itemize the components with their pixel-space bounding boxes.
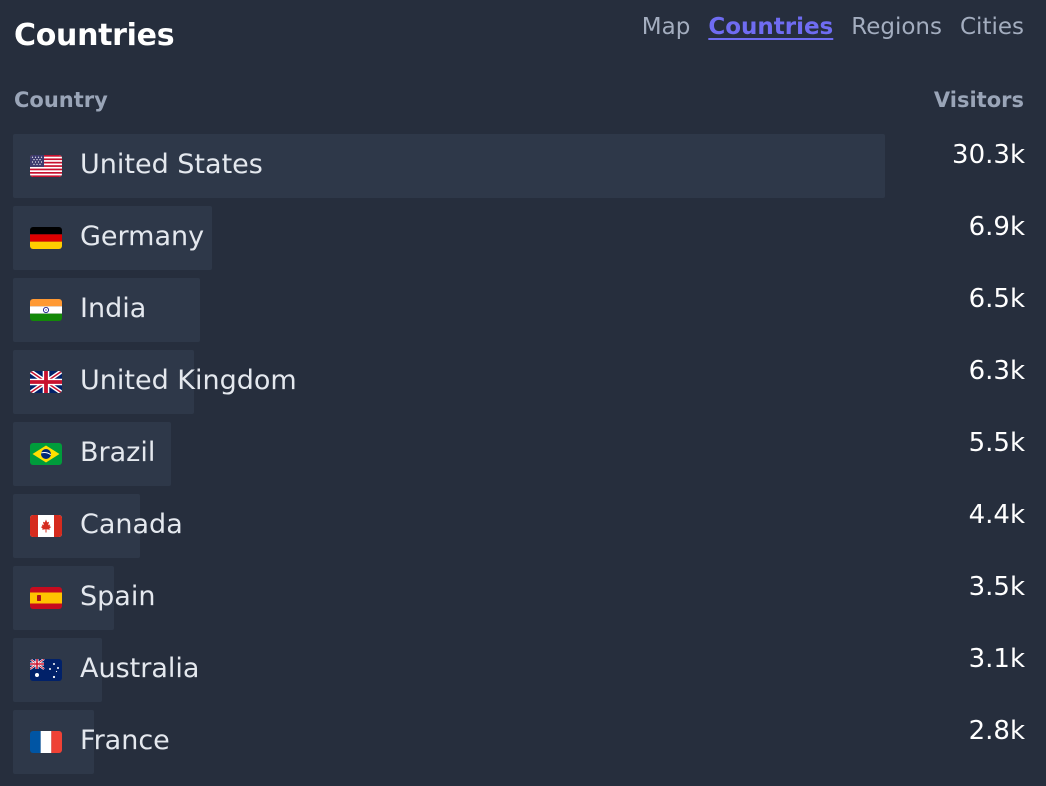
table-row[interactable]: India 6.5k (13, 278, 1025, 342)
country-name: Brazil (80, 437, 156, 468)
country-name: United States (80, 149, 263, 180)
table-row[interactable]: Germany 6.9k (13, 206, 1025, 270)
visitor-count: 6.5k (968, 284, 1025, 314)
us-flag-icon (30, 155, 62, 177)
de-flag-icon (30, 227, 62, 249)
gb-flag-icon (30, 371, 62, 393)
br-flag-icon (30, 443, 62, 465)
panel-title: Countries (14, 18, 175, 53)
visitor-count: 2.8k (968, 716, 1025, 746)
au-flag-icon (30, 659, 62, 681)
countries-panel: Countries Map Countries Regions Cities C… (0, 0, 1046, 786)
table-row[interactable]: United States 30.3k (13, 134, 1025, 198)
in-flag-icon (30, 299, 62, 321)
table-row[interactable]: Spain 3.5k (13, 566, 1025, 630)
country-name: United Kingdom (80, 365, 297, 396)
visitor-count: 4.4k (968, 500, 1025, 530)
table-row[interactable]: Canada 4.4k (13, 494, 1025, 558)
tab-cities[interactable]: Cities (960, 14, 1024, 40)
country-name: Australia (80, 653, 200, 684)
visitor-count: 3.1k (968, 644, 1025, 674)
tab-map[interactable]: Map (642, 14, 691, 40)
table-row[interactable]: Australia 3.1k (13, 638, 1025, 702)
tab-bar: Map Countries Regions Cities (642, 14, 1024, 40)
tab-countries[interactable]: Countries (708, 14, 833, 40)
country-list: United States 30.3k Germany 6.9k India 6… (13, 134, 1025, 782)
table-row[interactable]: Brazil 5.5k (13, 422, 1025, 486)
country-name: Canada (80, 509, 183, 540)
column-header-country: Country (14, 88, 108, 112)
fr-flag-icon (30, 731, 62, 753)
visitor-count: 30.3k (952, 140, 1025, 170)
visitor-count: 3.5k (968, 572, 1025, 602)
visitor-count: 6.9k (968, 212, 1025, 242)
country-name: Germany (80, 221, 205, 252)
visitor-count: 5.5k (968, 428, 1025, 458)
country-name: Spain (80, 581, 156, 612)
country-name: France (80, 725, 170, 756)
country-name: India (80, 293, 147, 324)
tab-regions[interactable]: Regions (851, 14, 942, 40)
column-header-visitors: Visitors (933, 88, 1024, 112)
es-flag-icon (30, 587, 62, 609)
table-row[interactable]: United Kingdom 6.3k (13, 350, 1025, 414)
visitor-count: 6.3k (968, 356, 1025, 386)
table-row[interactable]: France 2.8k (13, 710, 1025, 774)
ca-flag-icon (30, 515, 62, 537)
